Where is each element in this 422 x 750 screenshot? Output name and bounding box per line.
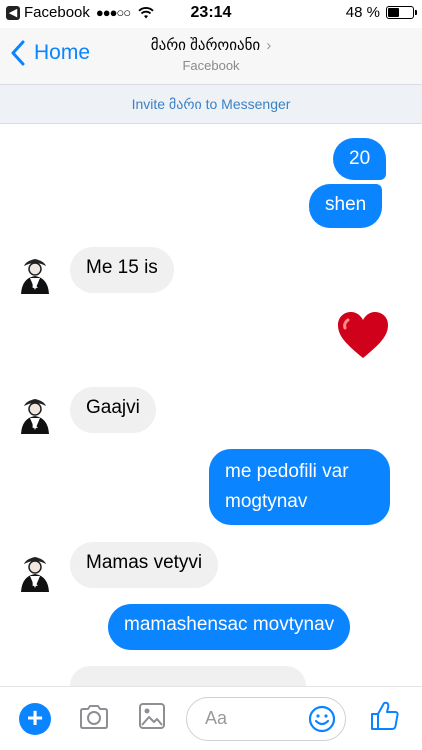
invite-to-messenger-button[interactable]: Invite მარი to Messenger — [0, 84, 422, 124]
message-bubble-incoming[interactable]: Me 15 is — [70, 247, 174, 293]
camera-icon[interactable] — [78, 703, 110, 731]
svg-text:K: K — [32, 281, 38, 290]
message-input[interactable] — [205, 708, 305, 729]
emoji-icon[interactable] — [307, 704, 337, 734]
image-icon[interactable] — [138, 701, 166, 731]
message-bubble-outgoing[interactable]: 20 — [333, 138, 387, 180]
heart-icon[interactable] — [336, 310, 390, 362]
contact-source: Facebook — [182, 58, 240, 73]
message-bubble-outgoing[interactable]: me pedofili var mogtynav — [209, 449, 390, 525]
contact-avatar[interactable]: K — [18, 392, 52, 436]
message-bubble-incoming[interactable]: Gaajvi — [70, 387, 156, 433]
chevron-right-icon: › — [266, 37, 272, 54]
battery-icon — [386, 6, 417, 19]
battery-level — [388, 8, 399, 17]
svg-text:K: K — [32, 579, 38, 588]
battery-percent: 48 % — [345, 4, 380, 21]
like-icon[interactable] — [368, 699, 402, 733]
message-input-wrapper[interactable] — [186, 697, 346, 741]
message-line: me pedofili var — [225, 461, 349, 482]
status-bar: ◀ Facebook ●●●○○ 23:14 48 % — [0, 0, 422, 28]
message-bubble-incoming[interactable]: Mamas vetyvi — [70, 542, 219, 588]
contact-name-button[interactable]: მარი შაროიანი › — [0, 36, 422, 54]
conversation-header: Home მარი შაროიანი › Facebook — [0, 28, 422, 84]
contact-name: მარი შაროიანი — [150, 37, 261, 54]
message-composer: + — [0, 686, 422, 750]
message-bubble-outgoing[interactable]: mamashensac movtynav — [108, 604, 351, 650]
message-bubble-outgoing[interactable]: shen — [309, 184, 383, 228]
plus-icon[interactable]: + — [19, 703, 51, 735]
contact-avatar[interactable]: K — [18, 550, 52, 594]
contact-avatar[interactable]: K — [18, 252, 52, 296]
svg-text:K: K — [32, 421, 38, 430]
status-right: 48 % — [345, 4, 417, 21]
message-line: mogtynav — [225, 491, 308, 512]
